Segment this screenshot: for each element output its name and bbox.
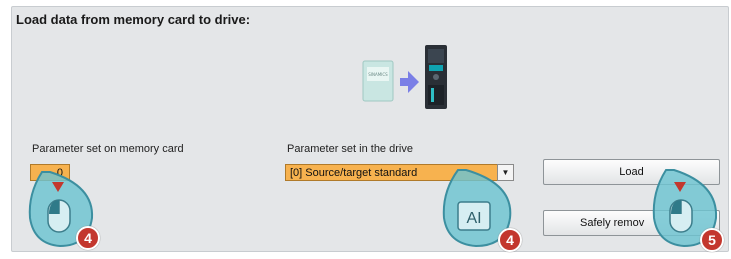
keyboard-key-text: AI bbox=[466, 210, 481, 227]
memory-card-icon: SINAMICS bbox=[362, 60, 394, 102]
drive-param-label: Parameter set in the drive bbox=[287, 143, 413, 155]
card-text: SINAMICS bbox=[368, 72, 388, 77]
step-badge-4-mouse: 4 bbox=[76, 226, 100, 250]
keyboard-key-icon: AI bbox=[457, 201, 491, 231]
mouse-icon-load bbox=[669, 199, 693, 233]
mouse-icon bbox=[47, 199, 71, 233]
page-title: Load data from memory card to drive: bbox=[16, 12, 251, 27]
memory-card-to-drive-graphic: SINAMICS bbox=[362, 45, 447, 109]
arrow-right-icon bbox=[400, 71, 419, 93]
memory-card-label: Parameter set on memory card bbox=[32, 143, 184, 155]
step-badge-4-keyboard: 4 bbox=[498, 228, 522, 252]
step-badge-5-mouse: 5 bbox=[700, 228, 724, 252]
drive-icon bbox=[425, 45, 447, 109]
